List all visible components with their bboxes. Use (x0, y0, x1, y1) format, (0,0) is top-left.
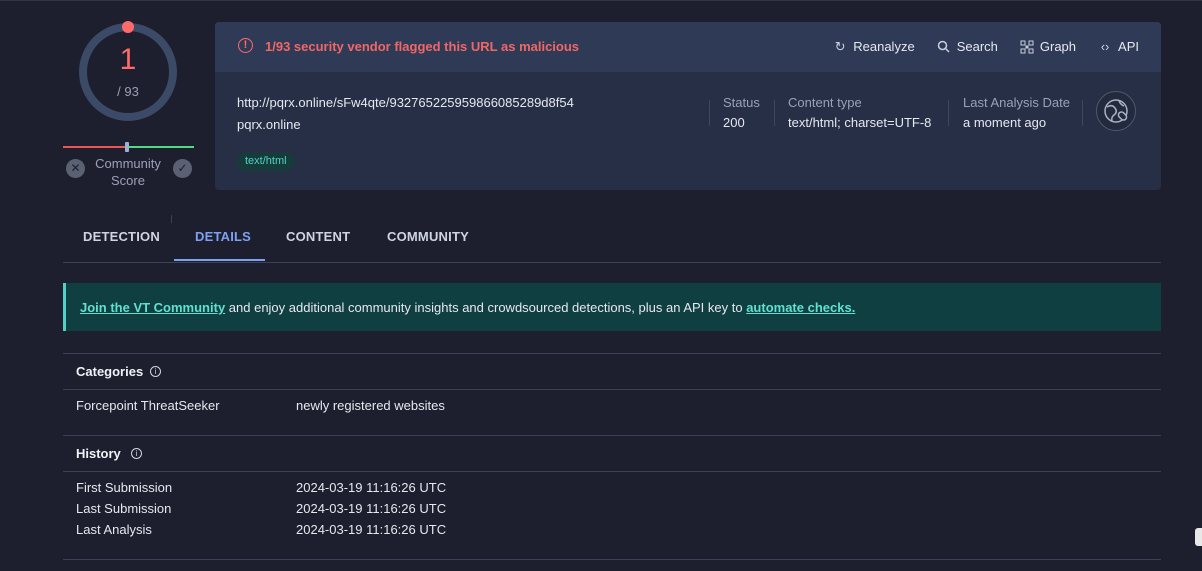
history-last-submission-label: Last Submission (76, 501, 172, 516)
detection-score-gauge: 1 / 93 (77, 21, 179, 123)
divider (948, 100, 949, 126)
section-divider (63, 559, 1161, 560)
section-divider (63, 389, 1161, 390)
info-icon[interactable]: i (150, 366, 161, 377)
history-last-submission-value: 2024-03-19 11:16:26 UTC (296, 501, 447, 516)
tab-content[interactable]: CONTENT (286, 229, 350, 244)
divider (1082, 100, 1083, 126)
last-analysis-date-field: Last Analysis Date a moment ago (963, 95, 1070, 130)
categories-title: Categories (76, 364, 144, 379)
globe-link-icon[interactable] (1096, 91, 1136, 131)
malicious-alert-text: 1/93 security vendor flagged this URL as… (265, 39, 580, 54)
scanned-domain[interactable]: pqrx.online (237, 117, 301, 132)
content-type-tag[interactable]: text/html (237, 152, 295, 171)
tab-detection[interactable]: DETECTION (83, 229, 160, 244)
detection-count: 1 (119, 43, 137, 76)
section-divider (63, 471, 1161, 472)
community-banner: Join the VT Community and enjoy addition… (63, 283, 1161, 331)
tab-bar: DETECTION DETAILS CONTENT COMMUNITY (63, 215, 1161, 263)
url-summary-card: ! 1/93 security vendor flagged this URL … (215, 22, 1161, 190)
downvote-button[interactable]: ✕ (66, 159, 85, 178)
graph-icon (1020, 40, 1034, 54)
automate-checks-link[interactable]: automate checks. (746, 300, 855, 315)
graph-button[interactable]: Graph (1020, 39, 1076, 54)
api-button[interactable]: ‹› API (1098, 39, 1139, 54)
community-score-marker (125, 142, 129, 152)
content-type-field: Content type text/html; charset=UTF-8 (788, 95, 932, 130)
history-title: History (76, 446, 121, 461)
gauge-detection-dot (122, 21, 134, 33)
check-icon: ✓ (177, 161, 188, 175)
section-divider (63, 353, 1161, 354)
category-value: newly registered websites (296, 398, 445, 413)
scanned-url[interactable]: http://pqrx.online/sFw4qte/9327652259598… (237, 95, 574, 110)
x-icon: ✕ (70, 161, 81, 175)
api-icon: ‹› (1100, 38, 1110, 54)
active-tab-indicator (174, 259, 265, 261)
community-score-bar (63, 142, 194, 152)
search-icon (937, 40, 951, 54)
reanalyze-button[interactable]: ↻ Reanalyze (833, 38, 915, 54)
history-last-analysis-label: Last Analysis (76, 522, 152, 537)
history-first-submission-value: 2024-03-19 11:16:26 UTC (296, 480, 447, 495)
join-community-link[interactable]: Join the VT Community (80, 300, 225, 315)
history-last-analysis-value: 2024-03-19 11:16:26 UTC (296, 522, 447, 537)
detection-total: / 93 (117, 84, 139, 99)
floating-widget-edge[interactable] (1195, 528, 1202, 546)
search-button[interactable]: Search (937, 39, 998, 54)
section-divider (63, 435, 1161, 436)
divider (774, 100, 775, 126)
alert-circle-icon: ! (238, 38, 253, 53)
top-border (0, 0, 1202, 1)
status-field: Status 200 (723, 95, 760, 130)
action-toolbar: ↻ Reanalyze Search Graph ‹› API (833, 39, 1139, 54)
tab-details[interactable]: DETAILS (195, 229, 251, 244)
info-icon[interactable]: i (131, 448, 142, 459)
card-header: ! 1/93 security vendor flagged this URL … (215, 22, 1161, 72)
community-score-label: Community Score (95, 156, 161, 188)
history-first-submission-label: First Submission (76, 480, 173, 495)
upvote-button[interactable]: ✓ (173, 159, 192, 178)
category-vendor: Forcepoint ThreatSeeker (76, 398, 220, 413)
tab-community[interactable]: COMMUNITY (387, 229, 469, 244)
divider (709, 100, 710, 126)
refresh-icon: ↻ (834, 38, 846, 54)
